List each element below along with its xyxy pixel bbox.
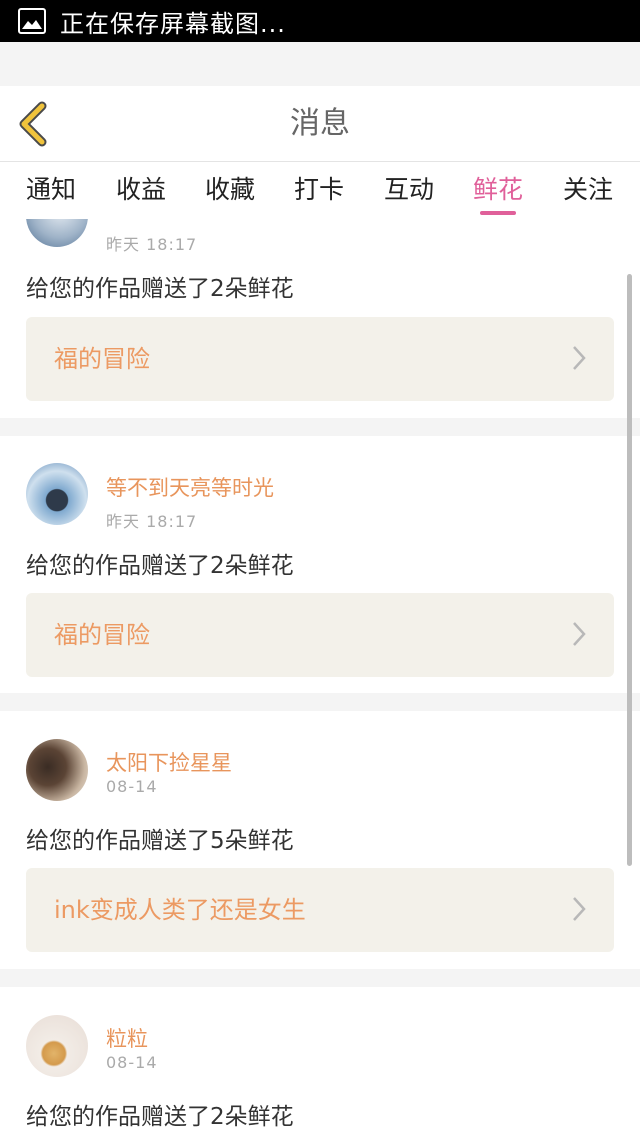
top-spacer (0, 42, 640, 86)
work-link[interactable]: 福的冒险 (26, 317, 614, 401)
work-title: ink变成人类了还是女生 (54, 896, 306, 924)
tab-flowers-label: 鲜花 (472, 175, 523, 204)
notification-message: 给您的作品赠送了2朵鲜花 (26, 1104, 294, 1130)
notification-time: 昨天 18:17 (106, 512, 198, 531)
tab-flowers[interactable]: 鲜花 (463, 163, 533, 219)
tab-bar: 通知 收益 收藏 打卡 互动 鲜花 关注 (0, 163, 640, 219)
back-button[interactable] (14, 100, 54, 148)
list-item: 粒粒 08-14 给您的作品赠送了2朵鲜花 (0, 987, 640, 1138)
list-item: 等不到天亮等时光 昨天 18:17 给您的作品赠送了2朵鲜花 福的冒险 (0, 436, 640, 693)
work-title: 福的冒险 (54, 621, 150, 649)
active-tab-indicator (480, 211, 516, 215)
list-item: 太阳下捡星星 08-14 给您的作品赠送了5朵鲜花 ink变成人类了还是女生 (0, 711, 640, 969)
notification-message: 给您的作品赠送了2朵鲜花 (26, 553, 294, 579)
status-text: 正在保存屏幕截图... (60, 9, 286, 38)
work-link[interactable]: ink变成人类了还是女生 (26, 868, 614, 952)
list-item: 昨天 18:17 给您的作品赠送了2朵鲜花 福的冒险 (0, 219, 640, 418)
tab-checkin[interactable]: 打卡 (284, 163, 354, 219)
avatar[interactable] (26, 739, 88, 801)
chevron-left-icon (19, 101, 47, 147)
tab-follow[interactable]: 关注 (553, 163, 623, 219)
scrollbar[interactable] (627, 274, 632, 866)
tab-earnings[interactable]: 收益 (106, 163, 176, 219)
work-link[interactable]: 福的冒险 (26, 593, 614, 677)
avatar[interactable] (26, 219, 88, 247)
user-name[interactable]: 粒粒 (106, 1023, 148, 1053)
work-title: 福的冒险 (54, 345, 150, 373)
notification-time: 昨天 18:17 (106, 235, 198, 254)
user-name[interactable]: 太阳下捡星星 (106, 747, 232, 777)
notification-time: 08-14 (106, 1053, 158, 1072)
chevron-right-icon (573, 622, 586, 646)
page-title: 消息 (290, 106, 350, 141)
tab-favorites[interactable]: 收藏 (195, 163, 265, 219)
chevron-right-icon (573, 346, 586, 370)
notification-message: 给您的作品赠送了2朵鲜花 (26, 276, 294, 302)
notification-list[interactable]: 昨天 18:17 给您的作品赠送了2朵鲜花 福的冒险 等不到天亮等时光 昨天 1… (0, 219, 640, 1138)
tab-interaction[interactable]: 互动 (374, 163, 444, 219)
notification-time: 08-14 (106, 777, 158, 796)
status-bar: 正在保存屏幕截图... (0, 0, 640, 42)
nav-bar: 消息 (0, 86, 640, 162)
avatar[interactable] (26, 1015, 88, 1077)
image-icon (18, 8, 46, 34)
user-name[interactable]: 等不到天亮等时光 (106, 472, 274, 502)
tab-notify[interactable]: 通知 (16, 163, 86, 219)
avatar[interactable] (26, 463, 88, 525)
notification-message: 给您的作品赠送了5朵鲜花 (26, 828, 294, 854)
chevron-right-icon (573, 897, 586, 921)
